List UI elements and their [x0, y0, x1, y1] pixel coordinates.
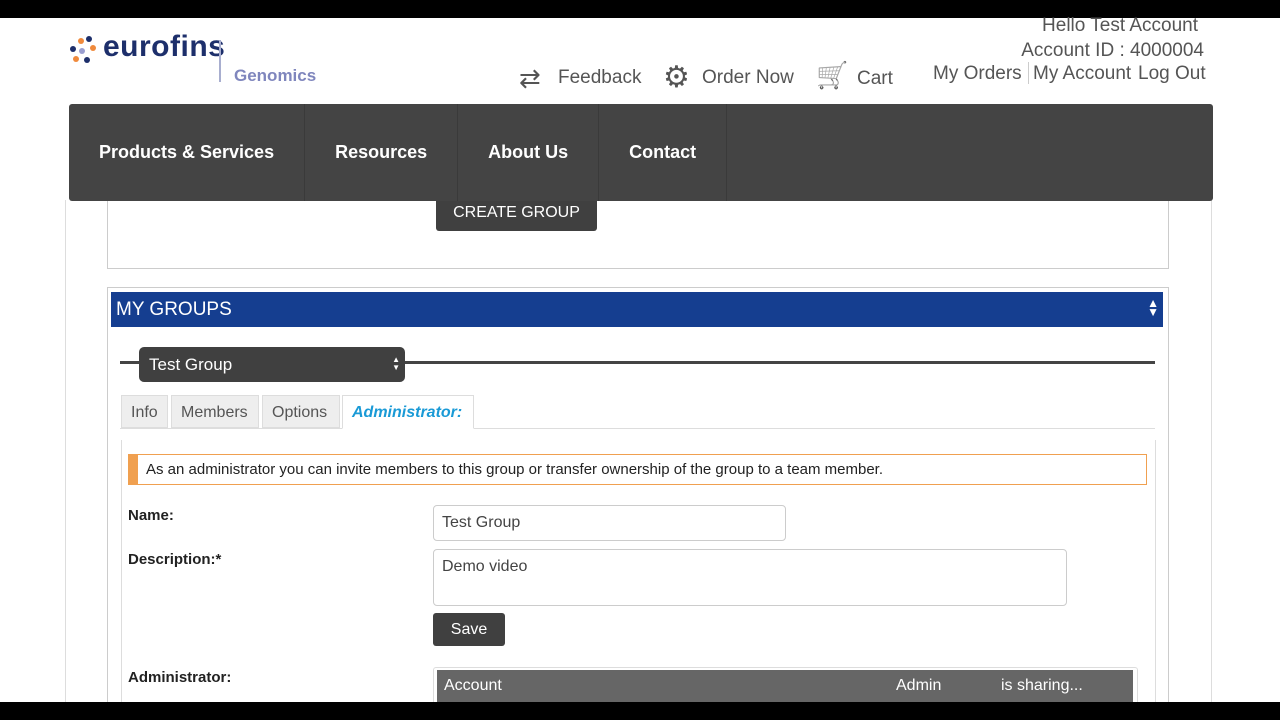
- separator: [1028, 62, 1029, 84]
- group-select-value: Test Group: [149, 355, 233, 374]
- logo-divider: [219, 40, 221, 82]
- sort-icon: ▲ ▼: [1147, 296, 1159, 319]
- description-label: Description:*: [128, 551, 222, 568]
- name-label: Name:: [128, 507, 174, 524]
- description-textarea[interactable]: Demo video: [433, 549, 1067, 606]
- save-button[interactable]: Save: [433, 613, 505, 646]
- feedback-link[interactable]: Feedback: [558, 67, 641, 89]
- my-groups-header[interactable]: MY GROUPS ▲ ▼: [111, 292, 1163, 327]
- col-is-sharing: is sharing...: [1001, 677, 1083, 694]
- feedback-icon: ⇄: [519, 63, 541, 93]
- col-account: Account: [444, 677, 502, 694]
- tab-options[interactable]: Options: [262, 395, 340, 428]
- tab-members[interactable]: Members: [171, 395, 259, 428]
- my-account-link[interactable]: My Account: [1033, 63, 1131, 85]
- tab-administrator[interactable]: Administrator:: [342, 395, 474, 429]
- nav-about-us[interactable]: About Us: [458, 104, 600, 201]
- nav-contact[interactable]: Contact: [599, 104, 728, 201]
- tab-info[interactable]: Info: [121, 395, 168, 428]
- select-arrows-icon: ▲ ▼: [392, 355, 400, 372]
- create-group-button[interactable]: CREATE GROUP: [436, 196, 597, 231]
- administrator-label: Administrator:: [128, 669, 232, 686]
- create-group-panel: [107, 200, 1169, 269]
- admin-table-header: Account Admin is sharing...: [437, 670, 1133, 702]
- my-groups-title: MY GROUPS: [116, 299, 232, 320]
- group-select[interactable]: Test Group ▲ ▼: [139, 347, 405, 382]
- col-admin: Admin: [896, 677, 942, 694]
- cart-link[interactable]: Cart: [857, 68, 893, 90]
- bottom-letterbox: [0, 702, 1280, 720]
- cart-icon: 🛒: [816, 60, 849, 90]
- nav-products-services[interactable]: Products & Services: [69, 104, 306, 201]
- greeting: Hello Test Account: [1042, 15, 1198, 36]
- name-input[interactable]: [433, 505, 786, 541]
- log-out-link[interactable]: Log Out: [1138, 63, 1206, 85]
- logo-division: Genomics: [234, 66, 317, 85]
- main-nav: Products & Services Resources About Us C…: [69, 104, 1213, 201]
- gear-icon: ⚙: [663, 61, 690, 94]
- my-orders-link[interactable]: My Orders: [933, 63, 1022, 85]
- nav-resources[interactable]: Resources: [305, 104, 459, 201]
- order-now-link[interactable]: Order Now: [702, 67, 794, 89]
- eurofins-logo-icon: [70, 36, 98, 64]
- admin-notice: As an administrator you can invite membe…: [128, 454, 1147, 485]
- account-id: Account ID : 4000004: [1021, 40, 1204, 61]
- logo-brand[interactable]: eurofins: [103, 30, 225, 64]
